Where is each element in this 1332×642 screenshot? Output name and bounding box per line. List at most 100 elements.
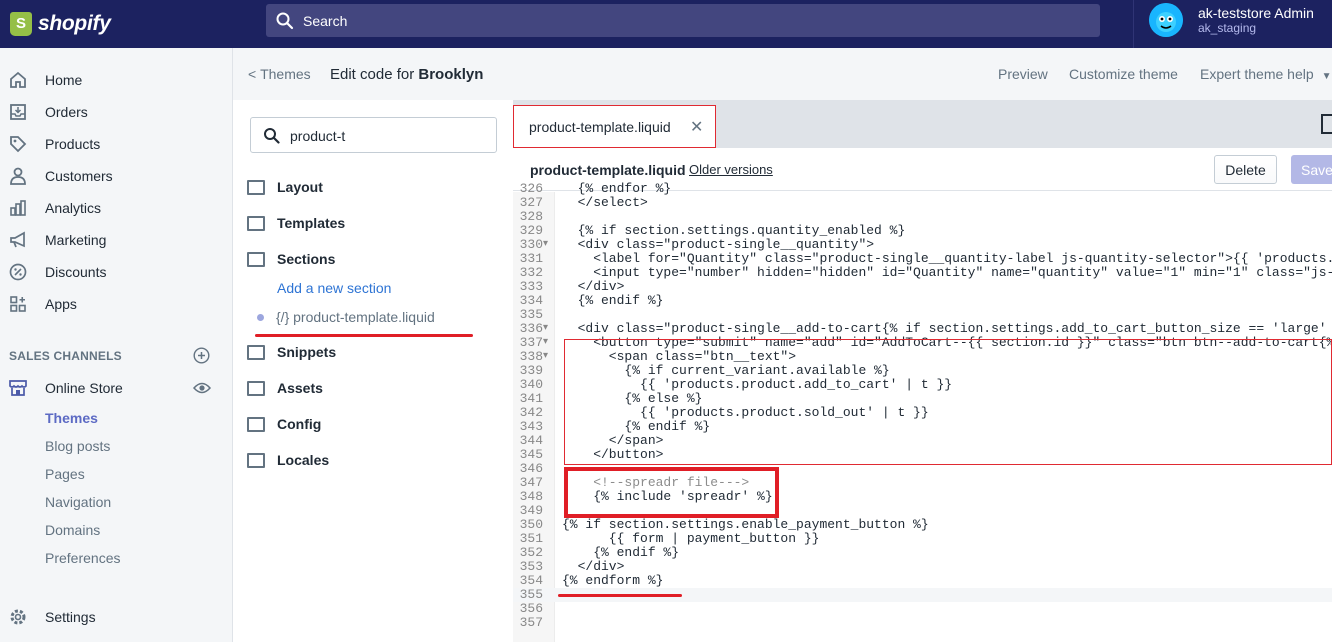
search-bar[interactable]: Search [266, 4, 1100, 37]
file-product-template[interactable]: {/} product-template.liquid [257, 306, 435, 328]
nav-customers[interactable]: Customers [0, 162, 232, 190]
line-number: 332 [519, 265, 543, 280]
code-line: 352 {% endif %} [513, 546, 1332, 560]
nav-products[interactable]: Products [0, 130, 232, 158]
line-number: 337 [519, 335, 543, 350]
nav-apps[interactable]: Apps [0, 290, 232, 318]
file-browser: product-t Layout Templates Sections Add … [233, 100, 513, 642]
folder-icon [247, 344, 265, 360]
line-number: 356 [519, 601, 543, 616]
code-line: 334 {% endif %} [513, 294, 1332, 308]
delete-button[interactable]: Delete [1214, 155, 1277, 184]
line-number: 353 [519, 559, 543, 574]
code-line: 327 </select> [513, 196, 1332, 210]
folder-layout[interactable]: Layout [247, 176, 323, 198]
line-number: 349 [519, 503, 543, 518]
folder-icon [247, 416, 265, 432]
line-number: 339 [519, 363, 543, 378]
sub-item-navigation[interactable]: Navigation [45, 494, 111, 510]
code-line: 333 </div> [513, 280, 1332, 294]
code-text: {% if section.settings.quantity_enabled … [562, 223, 906, 238]
line-number: 331 [519, 251, 543, 266]
nav-orders[interactable]: Orders [0, 98, 232, 126]
search-icon [264, 128, 280, 144]
folder-icon [247, 215, 265, 231]
folder-snippets[interactable]: Snippets [247, 341, 336, 363]
fullscreen-icon[interactable] [1321, 114, 1332, 134]
orders-icon [8, 102, 28, 122]
file-search-value: product-t [290, 128, 346, 144]
nav-settings[interactable]: Settings [0, 603, 232, 631]
line-number: 329 [519, 223, 543, 238]
sub-item-domains[interactable]: Domains [45, 522, 100, 538]
nav-discounts[interactable]: Discounts [0, 258, 232, 286]
annotation-underline-endform [558, 594, 682, 597]
save-button[interactable]: Save [1291, 155, 1332, 184]
add-channel-icon[interactable] [193, 347, 210, 364]
folder-label: Sections [277, 251, 336, 267]
shopify-logo[interactable]: shopify [0, 0, 233, 48]
line-number: 333 [519, 279, 543, 294]
fold-chevron-icon[interactable]: ▾ [543, 350, 548, 364]
code-line: 335 [513, 308, 1332, 322]
file-search-input[interactable]: product-t [250, 117, 497, 153]
code-line: 357 [513, 616, 1332, 630]
code-text: <label for="Quantity" class="product-sin… [562, 251, 1332, 266]
folder-assets[interactable]: Assets [247, 377, 323, 399]
annotation-underline [255, 334, 473, 337]
folder-locales[interactable]: Locales [247, 449, 329, 471]
customize-theme-link[interactable]: Customize theme [1069, 66, 1178, 82]
line-number: 335 [519, 307, 543, 322]
line-number: 340 [519, 377, 543, 392]
page-header: < Themes Edit code for Brooklyn Preview … [233, 48, 1332, 100]
nav-label: Home [45, 72, 83, 88]
nav-label: Orders [45, 104, 88, 120]
preview-link[interactable]: Preview [998, 66, 1048, 82]
folder-templates[interactable]: Templates [247, 212, 345, 234]
folder-label: Layout [277, 179, 323, 195]
nav-label: Discounts [45, 264, 107, 280]
annotation-box-tab [513, 105, 716, 148]
code-line: 330 ▾ <div class="product-single__quantit… [513, 238, 1332, 252]
nav-analytics[interactable]: Analytics [0, 194, 232, 222]
line-number: 336 [519, 321, 543, 336]
code-line: 356 [513, 602, 1332, 616]
nav-label: Apps [45, 296, 77, 312]
line-number: 341 [519, 391, 543, 406]
avatar[interactable] [1149, 3, 1183, 37]
line-number: 338 [519, 349, 543, 364]
account-name[interactable]: ak-teststore Admin [1198, 5, 1314, 21]
folder-sections[interactable]: Sections [247, 248, 335, 270]
sub-item-blog-posts[interactable]: Blog posts [45, 438, 110, 454]
nav-home[interactable]: Home [0, 66, 232, 94]
annotation-box-spreadr [564, 467, 779, 518]
code-text: {% endfor %} [562, 182, 672, 196]
sub-item-preferences[interactable]: Preferences [45, 550, 120, 566]
code-text: {% endif %} [562, 293, 664, 308]
sub-item-pages[interactable]: Pages [45, 466, 85, 482]
expert-help-link[interactable]: Expert theme help ▼ [1200, 66, 1332, 82]
older-versions-link[interactable]: Older versions [689, 162, 773, 177]
fold-chevron-icon[interactable]: ▾ [543, 336, 548, 350]
line-number: 351 [519, 531, 543, 546]
sales-channels-heading: SALES CHANNELS [9, 349, 122, 363]
eye-icon[interactable] [193, 381, 211, 395]
fold-chevron-icon[interactable]: ▾ [543, 322, 548, 336]
editor-tab-bar: product-template.liquid ✕ [513, 100, 1332, 148]
brand-name: shopify [38, 12, 111, 35]
code-text: <div class="product-single__add-to-cart{… [562, 321, 1332, 336]
home-icon [8, 70, 28, 90]
code-text: <div class="product-single__quantity"> [562, 237, 875, 252]
code-line: 353 </div> [513, 560, 1332, 574]
line-number: 354 [519, 573, 543, 588]
folder-config[interactable]: Config [247, 413, 321, 435]
add-new-section-link[interactable]: Add a new section [277, 280, 391, 296]
fold-chevron-icon[interactable]: ▾ [543, 238, 548, 252]
nav-marketing[interactable]: Marketing [0, 226, 232, 254]
folder-icon [247, 179, 265, 195]
back-link[interactable]: < Themes [248, 66, 311, 82]
code-editor: product-template.liquid ✕ product-templa… [513, 100, 1332, 642]
search-placeholder: Search [303, 12, 348, 29]
code-text: </div> [562, 559, 625, 574]
sub-item-themes[interactable]: Themes [45, 410, 98, 426]
